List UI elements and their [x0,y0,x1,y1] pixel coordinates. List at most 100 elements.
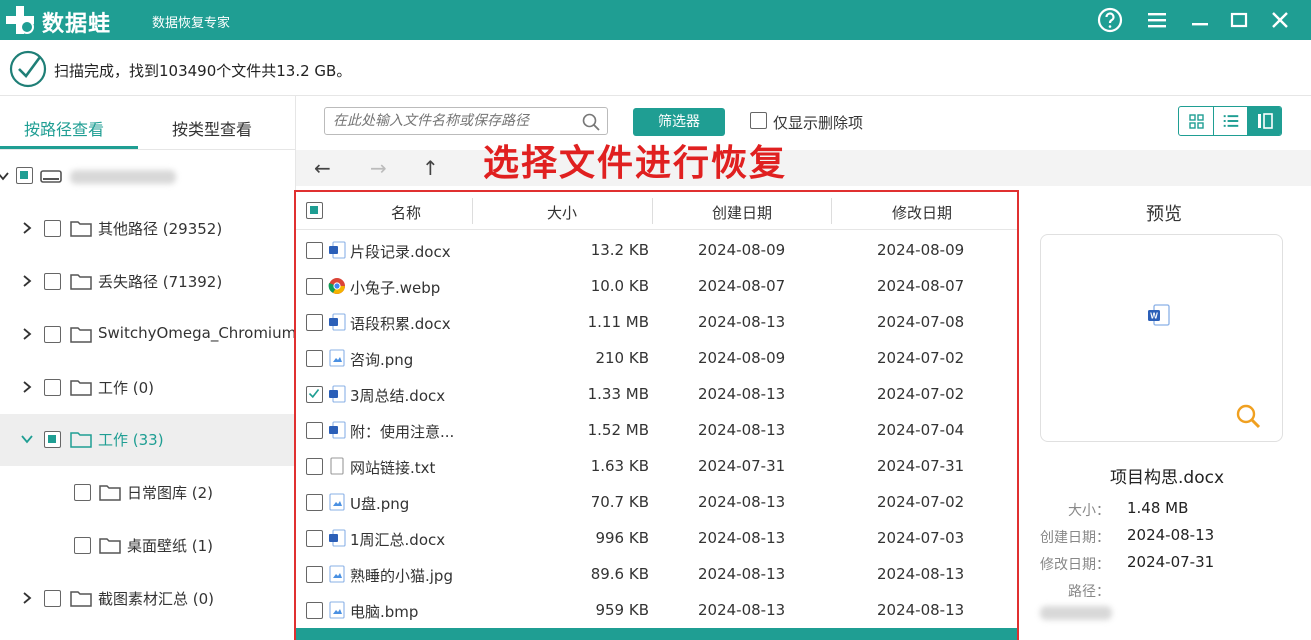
tree-item[interactable]: 桌面壁纸 (1) [0,520,296,572]
row-checkbox[interactable] [306,566,323,583]
row-checkbox[interactable] [306,458,323,475]
size-value: 1.48 MB [1127,499,1189,517]
chevron-right-icon[interactable] [20,327,34,341]
docx-file-icon [328,385,346,403]
column-header-modified[interactable]: 修改日期 [872,202,972,223]
row-checkbox[interactable] [306,386,323,403]
file-size: 959 KB [595,601,649,619]
table-row[interactable]: 小兔子.webp 10.0 KB 2024-08-07 2024-08-07 [296,268,1017,304]
tree-item[interactable]: SwitchyOmega_Chromium [0,309,296,361]
forward-arrow-icon[interactable]: → [370,156,387,180]
tree-item-checkbox[interactable] [74,537,91,554]
tab-by-path[interactable]: 按路径查看 [24,116,104,140]
tree-item-checkbox[interactable] [44,273,61,290]
close-icon[interactable] [1266,6,1294,34]
back-arrow-icon[interactable]: ← [314,156,331,180]
table-row[interactable]: 语段积累.docx 1.11 MB 2024-08-13 2024-07-08 [296,304,1017,340]
tree-item-checkbox[interactable] [44,220,61,237]
detail-view-icon[interactable] [1247,107,1281,135]
chevron-right-icon[interactable] [20,591,34,605]
row-checkbox[interactable] [306,602,323,619]
file-modified-date: 2024-08-13 [877,601,965,619]
check-circle-icon [9,50,47,88]
chevron-right-icon[interactable] [20,274,34,288]
chevron-right-icon[interactable] [20,221,34,235]
tree-item[interactable]: 日常图库 (2) [0,467,296,519]
tree-item-label: 工作 (33) [98,431,164,449]
table-row[interactable]: 3周总结.docx 1.33 MB 2024-08-13 2024-07-02 [296,376,1017,412]
table-row[interactable]: U盘.png 70.7 KB 2024-08-13 2024-07-02 [296,484,1017,520]
up-arrow-icon[interactable]: ↑ [422,156,439,180]
help-icon[interactable] [1096,6,1124,34]
maximize-icon[interactable] [1225,6,1253,34]
tree-item-label: 日常图库 (2) [127,484,214,502]
table-row[interactable]: 熟睡的小猫.jpg 89.6 KB 2024-08-13 2024-08-13 [296,556,1017,592]
image-file-icon [328,565,346,583]
chevron-down-icon[interactable] [0,169,10,183]
file-modified-date: 2024-07-08 [877,313,965,331]
table-row[interactable]: 片段记录.docx 13.2 KB 2024-08-09 2024-08-09 [296,232,1017,268]
created-value: 2024-08-13 [1127,526,1215,544]
image-file-icon [328,349,346,367]
tree-drive-row[interactable] [0,151,296,203]
row-checkbox[interactable] [306,494,323,511]
tree-item[interactable]: 丢失路径 (71392) [0,256,296,308]
row-checkbox[interactable] [306,314,323,331]
chevron-right-icon[interactable] [20,380,34,394]
file-created-date: 2024-08-13 [698,493,786,511]
table-row[interactable]: 网站链接.txt 1.63 KB 2024-07-31 2024-07-31 [296,448,1017,484]
only-deleted-checkbox[interactable] [750,112,767,129]
column-header-created[interactable]: 创建日期 [692,202,792,223]
table-row[interactable]: 咨询.png 210 KB 2024-08-09 2024-07-02 [296,340,1017,376]
tree-item-checkbox[interactable] [44,590,61,607]
tree-item[interactable]: 其他路径 (29352) [0,203,296,255]
tree-item-checkbox[interactable] [44,326,61,343]
drive-name-redacted [70,170,176,184]
preview-file-name: 项目构思.docx [1110,468,1225,488]
file-name: 咨询.png [350,351,414,369]
minimize-icon[interactable] [1186,6,1214,34]
folder-icon [70,221,92,237]
file-size: 13.2 KB [590,241,649,259]
drive-icon [40,170,62,183]
row-checkbox[interactable] [306,242,323,259]
table-row[interactable]: 1周汇总.docx 996 KB 2024-08-13 2024-07-03 [296,520,1017,556]
tree-item-label: SwitchyOmega_Chromium [98,324,296,342]
tab-by-type[interactable]: 按类型查看 [172,116,252,140]
menu-icon[interactable] [1143,6,1171,34]
row-checkbox[interactable] [306,530,323,547]
chevron-down-icon[interactable] [20,432,34,446]
tree-item-checkbox[interactable] [44,431,61,448]
filter-button[interactable]: 筛选器 [633,108,725,136]
table-row[interactable]: 电脑.bmp 959 KB 2024-08-13 2024-08-13 [296,592,1017,628]
folder-open-icon [70,432,92,448]
row-checkbox[interactable] [306,350,323,367]
select-all-checkbox[interactable] [306,202,323,219]
drive-checkbox[interactable] [16,167,33,184]
table-row[interactable]: 附：使用注意... 1.52 MB 2024-08-13 2024-07-04 [296,412,1017,448]
file-size: 1.33 MB [587,385,649,403]
modified-value: 2024-07-31 [1127,553,1215,571]
zoom-icon[interactable] [1234,402,1262,430]
tree-item[interactable]: 工作 (0) [0,362,296,414]
search-icon[interactable] [581,112,601,132]
only-deleted-label: 仅显示删除项 [773,114,864,132]
file-created-date: 2024-07-31 [698,457,786,475]
tree-item[interactable]: 截图素材汇总 (0) [0,573,296,625]
column-header-size[interactable]: 大小 [512,202,612,223]
image-file-icon [328,493,346,511]
file-created-date: 2024-08-09 [698,241,786,259]
column-header-name[interactable]: 名称 [356,202,456,223]
file-size: 1.11 MB [587,313,649,331]
tree-item-selected[interactable]: 工作 (33) [0,414,296,466]
list-view-icon[interactable] [1213,107,1247,135]
row-checkbox[interactable] [306,422,323,439]
row-checkbox[interactable] [306,278,323,295]
search-input[interactable] [333,111,573,131]
tree-item-checkbox[interactable] [74,484,91,501]
created-label: 创建日期： [1040,530,1110,546]
grid-view-icon[interactable] [1179,107,1213,135]
app-subtitle: 数据恢复专家 [152,16,231,31]
tree-item-checkbox[interactable] [44,379,61,396]
table-row-selected[interactable] [296,628,1017,640]
